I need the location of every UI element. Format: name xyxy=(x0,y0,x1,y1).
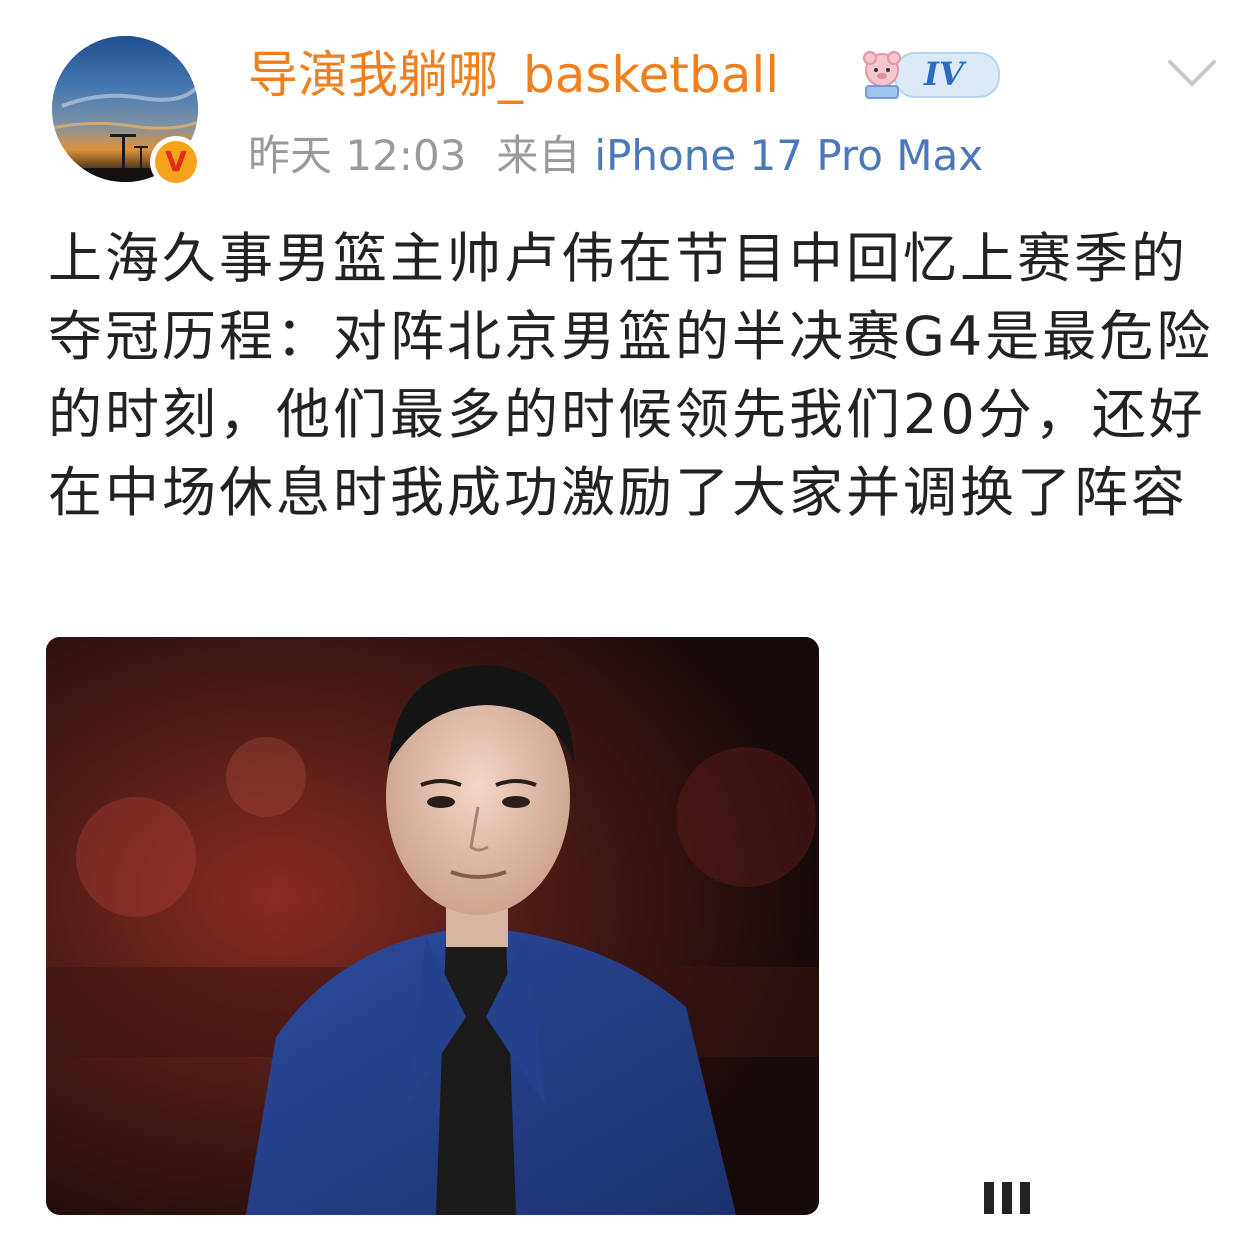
watermark-icon xyxy=(984,1182,1030,1214)
source-prefix: 来自 xyxy=(496,131,581,180)
post-image[interactable] xyxy=(46,637,819,1215)
chevron-down-icon[interactable] xyxy=(1164,54,1220,94)
author-name[interactable]: 导演我躺哪_basketball xyxy=(248,42,779,108)
post-meta: 昨天 12:03 来自 iPhone 17 Pro Max xyxy=(248,126,983,186)
verified-badge: V xyxy=(150,136,202,188)
post-time: 昨天 12:03 xyxy=(248,131,467,180)
post-body: 上海久事男篮主帅卢伟在节目中回忆上赛季的夺冠历程：对阵北京男篮的半决赛G4是最危… xyxy=(48,227,1214,524)
mascot-icon xyxy=(863,51,901,99)
level-badge-icon[interactable]: IV xyxy=(854,46,1000,102)
source-device-link[interactable]: iPhone 17 Pro Max xyxy=(594,131,983,180)
post-photo xyxy=(46,637,819,1215)
level-label: IV xyxy=(924,55,964,93)
weibo-post: V 导演我躺哪_basketball IV 昨天 12:03 来自 iPhone 1… xyxy=(0,0,1260,1244)
verified-v-icon: V xyxy=(155,141,197,183)
